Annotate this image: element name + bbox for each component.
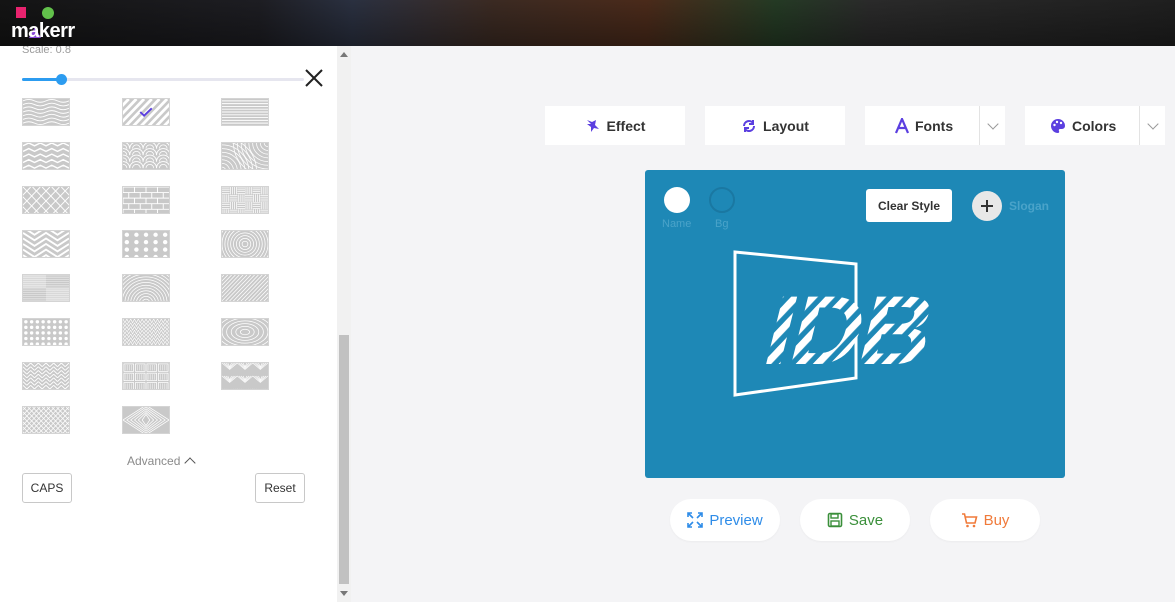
chevron-down-icon xyxy=(986,117,999,130)
plus-icon xyxy=(981,200,993,212)
font-icon xyxy=(895,117,909,133)
scroll-down-arrow-icon[interactable] xyxy=(340,591,348,596)
fonts-label: Fonts xyxy=(915,117,954,134)
palette-icon xyxy=(1051,118,1065,133)
add-slogan-button[interactable] xyxy=(972,191,1002,221)
chevron-up-icon xyxy=(184,457,197,469)
buy-label: Buy xyxy=(983,511,1010,529)
preview-label: Preview xyxy=(709,511,763,529)
pattern-diamond-lines[interactable] xyxy=(122,406,170,434)
pattern-dots[interactable] xyxy=(122,230,170,258)
name-color-label: Name xyxy=(662,218,692,230)
close-icon xyxy=(305,69,323,87)
clear-style-button[interactable]: Clear Style xyxy=(866,189,952,222)
pattern-diamonds[interactable] xyxy=(22,186,70,214)
pattern-swirls[interactable] xyxy=(221,142,269,170)
pattern-block-weave[interactable] xyxy=(122,362,170,390)
caps-button[interactable]: CAPS xyxy=(22,473,72,503)
effect-label: Effect xyxy=(606,117,646,134)
pattern-chevron[interactable] xyxy=(22,230,70,258)
pattern-bricks[interactable] xyxy=(122,186,170,214)
slogan-label[interactable]: Slogan xyxy=(1009,199,1049,213)
effect-button[interactable]: Effect xyxy=(545,106,685,145)
pattern-folded-squares[interactable] xyxy=(221,362,269,390)
colors-label: Colors xyxy=(1072,117,1117,134)
layout-button[interactable]: Layout xyxy=(705,106,845,145)
top-bar: logo makerr xyxy=(0,0,1175,46)
scale-slider-thumb[interactable] xyxy=(56,74,68,85)
colors-button[interactable]: Colors xyxy=(1025,106,1165,145)
refresh-icon xyxy=(743,119,756,132)
scroll-up-arrow-icon[interactable] xyxy=(340,52,348,57)
fonts-button[interactable]: Fonts xyxy=(865,106,1005,145)
pattern-scales[interactable] xyxy=(122,142,170,170)
save-label: Save xyxy=(848,511,884,529)
app-logo[interactable]: logo makerr xyxy=(11,3,83,43)
floppy-disk-icon xyxy=(827,512,843,528)
pattern-fine-diagonal[interactable] xyxy=(221,274,269,302)
scale-value: 0.8 xyxy=(55,46,71,56)
pattern-basketweave[interactable] xyxy=(221,186,269,214)
advanced-label: Advanced xyxy=(127,454,181,468)
advanced-toggle[interactable]: Advanced xyxy=(127,454,197,469)
pattern-arcs[interactable] xyxy=(122,274,170,302)
logo-text: IDB xyxy=(754,276,944,385)
panel-scrollbar[interactable] xyxy=(337,46,351,602)
scale-slider[interactable] xyxy=(22,74,304,85)
pattern-wavy-lines[interactable] xyxy=(22,98,70,126)
chevron-down-icon xyxy=(1146,117,1159,130)
pattern-horizontal-lines[interactable] xyxy=(221,98,269,126)
pattern-rings[interactable] xyxy=(221,318,269,346)
pattern-crosshatch[interactable] xyxy=(22,406,70,434)
logo-artwork[interactable]: IDB xyxy=(733,250,963,398)
pattern-diagonal-stripes[interactable] xyxy=(122,98,170,126)
scrollbar-thumb[interactable] xyxy=(339,335,349,584)
svg-text:IDB: IDB xyxy=(754,276,944,385)
cart-icon xyxy=(961,513,978,528)
fonts-dropdown-toggle[interactable] xyxy=(979,106,1005,145)
expand-icon xyxy=(687,512,704,528)
sparkle-icon xyxy=(586,119,599,132)
logo-canvas[interactable]: Name Bg Clear Style Slogan IDB xyxy=(645,170,1065,478)
pattern-tiles[interactable] xyxy=(22,274,70,302)
pattern-knit[interactable] xyxy=(122,318,170,346)
name-color-swatch[interactable] xyxy=(664,187,690,213)
colors-dropdown-toggle[interactable] xyxy=(1139,106,1165,145)
bg-color-swatch[interactable] xyxy=(709,187,735,213)
save-button[interactable]: Save xyxy=(800,499,910,541)
pattern-herringbone[interactable] xyxy=(22,362,70,390)
bg-color-label: Bg xyxy=(715,218,729,230)
reset-button[interactable]: Reset xyxy=(255,473,305,503)
preview-button[interactable]: Preview xyxy=(670,499,780,541)
scale-label: Scale: 0.8 xyxy=(22,46,71,56)
pattern-concentric-circles[interactable] xyxy=(221,230,269,258)
pattern-polka-dots[interactable] xyxy=(22,318,70,346)
buy-button[interactable]: Buy xyxy=(930,499,1040,541)
scale-label-text: Scale: xyxy=(22,46,53,56)
pattern-zigzag[interactable] xyxy=(22,142,70,170)
layout-label: Layout xyxy=(763,117,809,134)
close-panel-button[interactable] xyxy=(303,67,325,89)
logo-text-line2: makerr xyxy=(11,20,75,42)
style-panel: Scale: 0.8 Advanced CAPS Reset xyxy=(0,46,337,602)
